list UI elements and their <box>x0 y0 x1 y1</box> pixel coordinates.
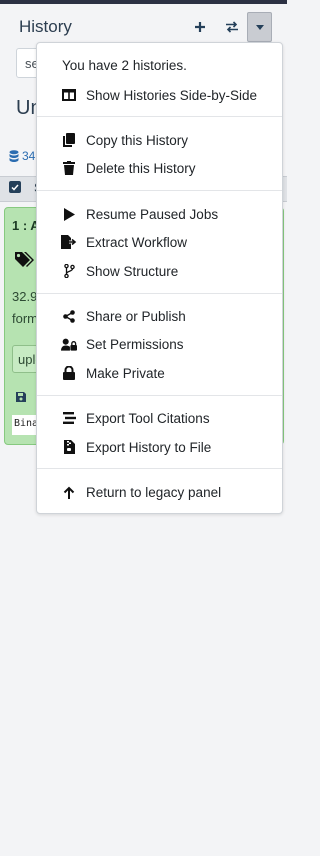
menu-item-label: Resume Paused Jobs <box>86 206 219 222</box>
copy-icon <box>61 132 77 148</box>
menu-item-label: Export Tool Citations <box>86 410 210 426</box>
menu-item-label: Delete this History <box>86 160 196 176</box>
save-icon[interactable] <box>15 390 27 408</box>
caret-down-icon <box>255 24 264 30</box>
menu-item-extract-workflow[interactable]: Extract Workflow <box>37 228 282 256</box>
menu-item-make-private[interactable]: Make Private <box>37 359 282 387</box>
arrow-up-icon <box>61 484 77 500</box>
share-icon <box>61 308 77 324</box>
menu-item-show-structure[interactable]: Show Structure <box>37 257 282 285</box>
menu-item-set-permissions[interactable]: Set Permissions <box>37 330 282 358</box>
lock-icon <box>61 365 77 381</box>
menu-item-label: Export History to File <box>86 439 212 455</box>
menu-item-label: Show Histories Side-by-Side <box>86 87 258 103</box>
check-icon <box>11 184 19 191</box>
menu-divider <box>37 395 282 396</box>
menu-item-label: Show Structure <box>86 263 179 279</box>
menu-divider <box>37 190 282 191</box>
plus-icon <box>195 22 205 32</box>
history-size-label: 34 <box>22 149 36 163</box>
menu-item-label: Return to legacy panel <box>86 484 222 500</box>
file-export-icon <box>61 234 77 250</box>
menu-item-label: Extract Workflow <box>86 234 188 250</box>
menu-item-delete-history[interactable]: Delete this History <box>37 154 282 182</box>
menu-item-legacy-panel[interactable]: Return to legacy panel <box>37 478 282 506</box>
menu-divider <box>37 116 282 117</box>
history-options-menu: You have 2 histories. Show Histories Sid… <box>36 42 283 514</box>
history-size[interactable]: 34 <box>9 149 35 163</box>
user-lock-icon <box>61 336 77 352</box>
menu-item-resume-jobs[interactable]: Resume Paused Jobs <box>37 200 282 228</box>
history-count-text: You have 2 histories. <box>62 58 187 73</box>
menu-divider <box>37 468 282 469</box>
create-history-button[interactable] <box>187 13 213 41</box>
menu-item-export-history[interactable]: Export History to File <box>37 433 282 461</box>
panel-title: History <box>19 17 72 36</box>
play-icon <box>61 206 77 222</box>
history-header: History <box>0 4 287 44</box>
exchange-icon <box>226 21 238 33</box>
dataset-info-size: 32.9 <box>12 289 38 304</box>
menu-item-export-citations[interactable]: Export Tool Citations <box>37 404 282 432</box>
menu-item-share-publish[interactable]: Share or Publish <box>37 302 282 330</box>
columns-icon <box>61 87 77 103</box>
menu-item-copy-history[interactable]: Copy this History <box>37 126 282 154</box>
database-icon <box>9 150 19 162</box>
menu-item-label: Share or Publish <box>86 308 186 324</box>
trash-icon <box>61 160 77 176</box>
switch-history-button[interactable] <box>219 13 245 41</box>
menu-item-label: Set Permissions <box>86 336 184 352</box>
history-options-button[interactable] <box>247 12 272 42</box>
menu-item-side-by-side[interactable]: Show Histories Side-by-Side <box>37 81 282 109</box>
menu-item-label: Make Private <box>86 365 165 381</box>
tags-icon[interactable] <box>14 251 36 274</box>
menu-item-label: Copy this History <box>86 132 189 148</box>
stream-icon <box>61 410 77 426</box>
menu-divider <box>37 293 282 294</box>
code-branch-icon <box>61 263 77 279</box>
select-all-checkbox[interactable] <box>9 181 21 193</box>
dataset-info-format: form <box>12 311 38 326</box>
file-archive-icon <box>61 439 77 455</box>
